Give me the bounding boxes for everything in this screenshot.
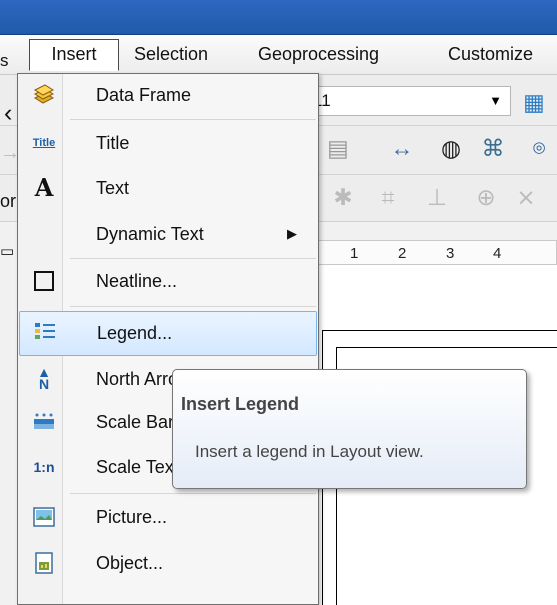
chevron-down-icon[interactable]: ▼: [489, 87, 502, 115]
go-to-xy-icon[interactable]: ◎: [525, 134, 553, 162]
title-bar: [0, 0, 557, 35]
menu-item-label-picture: Picture...: [96, 507, 168, 527]
left-toolbar-fragment: s: [0, 51, 9, 70]
ruler-label-4: 4: [493, 245, 502, 262]
menu-item-text[interactable]: A Text: [19, 167, 317, 212]
scale-bar-icon: [31, 409, 57, 435]
insert-menu-dropdown: Data Frame Title Title A Text Dynamic Te…: [17, 73, 319, 605]
text-icon: A: [34, 173, 54, 202]
menu-item-label-neatline: Neatline...: [96, 271, 178, 291]
edit-vertices-icon[interactable]: ⌗: [374, 183, 402, 211]
menu-item-label-data-frame: Data Frame: [96, 85, 192, 105]
toolbar-layer-icon[interactable]: ▦: [520, 88, 548, 116]
scale-text-icon: 1:n: [33, 459, 55, 475]
measure-icon[interactable]: ↔: [388, 134, 416, 162]
object-icon: [31, 550, 57, 576]
menu-selection[interactable]: Selection: [134, 40, 208, 68]
ruler-label-1: 1: [350, 245, 359, 262]
hyperlink-icon[interactable]: ⌘: [479, 134, 507, 162]
data-frame-icon: [31, 82, 57, 108]
ruler-label-2: 2: [398, 245, 407, 262]
menu-item-label-legend: Legend...: [97, 323, 173, 343]
submenu-arrow-icon: ▶: [287, 226, 297, 241]
menu-item-label-object: Object...: [96, 553, 164, 573]
align-icon[interactable]: ⊥: [423, 183, 451, 211]
menu-item-neatline[interactable]: Neatline...: [19, 260, 317, 305]
menu-customize[interactable]: Customize: [448, 40, 533, 68]
tooltip-title: Insert Legend: [181, 394, 300, 414]
binoculars-icon[interactable]: ◍: [437, 134, 465, 162]
menu-geoprocessing[interactable]: Geoprocessing: [258, 40, 379, 68]
title-icon: Title: [32, 137, 56, 149]
menu-item-title[interactable]: Title Title: [19, 122, 317, 167]
left-label-fragment: or: [0, 191, 17, 211]
menu-item-label-title: Title: [96, 133, 130, 153]
menu-item-object[interactable]: Object...: [19, 542, 317, 587]
cross-icon[interactable]: ⨯: [512, 183, 540, 211]
main-menu-bar: Insert Selection Geoprocessing Customize: [0, 35, 557, 75]
left-arrow-icon[interactable]: ‹: [4, 99, 12, 128]
map-scale-combo[interactable]: 11 ▼: [300, 86, 511, 116]
tooltip-body: Insert a legend in Layout view.: [195, 442, 424, 461]
neatline-icon: [31, 268, 57, 294]
menu-item-dynamic-text[interactable]: Dynamic Text ▶: [19, 213, 317, 258]
comment-icon[interactable]: ▤: [324, 134, 352, 162]
select-elements-icon[interactable]: ✱: [329, 183, 357, 211]
left-window-icon: ▭: [0, 243, 15, 260]
menu-separator: [70, 258, 316, 259]
arcmap-window: Insert Selection Geoprocessing Customize…: [0, 0, 557, 605]
menu-item-label-text: Text: [96, 178, 130, 198]
menu-separator: [70, 306, 316, 307]
menu-item-data-frame[interactable]: Data Frame: [19, 74, 317, 119]
north-arrow-icon: ▲ N: [37, 364, 51, 392]
menu-item-label-dynamic-text: Dynamic Text: [96, 224, 204, 244]
insert-legend-tooltip: Insert Legend Insert a legend in Layout …: [172, 369, 527, 489]
menu-item-picture[interactable]: Picture...: [19, 496, 317, 541]
menu-item-legend[interactable]: Legend...: [19, 311, 317, 356]
picture-icon: [31, 504, 57, 530]
legend-icon: [32, 320, 58, 346]
group-icon[interactable]: ⊕: [472, 183, 500, 211]
menu-separator: [70, 493, 316, 494]
menu-separator: [70, 119, 316, 120]
horizontal-ruler: 1 2 3 4: [314, 240, 557, 265]
ruler-label-3: 3: [446, 245, 455, 262]
menu-insert[interactable]: Insert: [29, 39, 119, 71]
